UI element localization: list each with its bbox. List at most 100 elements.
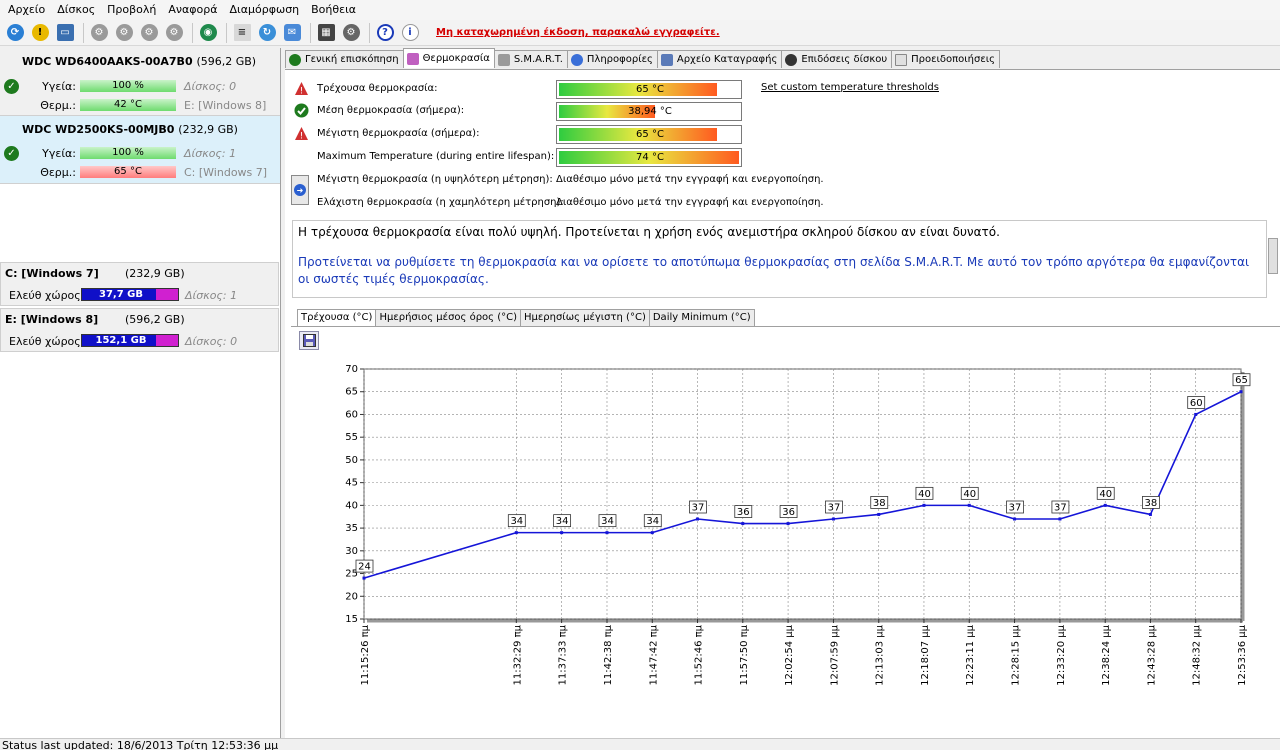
- disk-title: WDC WD6400AAKS-00A7B0 (596,2 GB): [22, 55, 257, 68]
- drive-tool-3-icon: ⚙: [140, 24, 158, 41]
- x-tick-label: 12:18:07 μμ: [920, 624, 931, 685]
- tab-performance[interactable]: Επιδόσεις δίσκου: [781, 50, 893, 68]
- data-label: 34: [556, 516, 569, 527]
- tab-info[interactable]: Πληροφορίες: [566, 50, 658, 68]
- menu-file[interactable]: Αρχείο: [2, 0, 51, 20]
- temp-unavailable-note: Διαθέσιμο μόνο μετά την εγγραφή και ενερ…: [556, 197, 824, 208]
- report-button[interactable]: ≡: [231, 22, 253, 44]
- sync-button[interactable]: ↻: [256, 22, 278, 44]
- health-label: Υγεία:: [42, 79, 76, 93]
- right-scrollbar[interactable]: [1266, 236, 1280, 296]
- chat-icon: ✉: [283, 24, 301, 41]
- data-point: [922, 503, 926, 507]
- registration-link[interactable]: Μη καταχωρημένη έκδοση, παρακαλώ εγγραφε…: [436, 27, 720, 38]
- menu-help[interactable]: Βοήθεια: [305, 0, 362, 20]
- temp-label: Maximum Temperature (during entire lifes…: [317, 151, 555, 162]
- free-space-bar: 37,7 GB: [81, 288, 179, 301]
- menu-report[interactable]: Αναφορά: [162, 0, 223, 20]
- chart-tab-current[interactable]: Τρέχουσα (°C): [297, 309, 377, 326]
- disk-card-0[interactable]: WDC WD6400AAKS-00A7B0 (596,2 GB) ✓ Υγεία…: [0, 48, 280, 116]
- benchmark-icon: ▦: [317, 24, 335, 41]
- data-point: [514, 531, 518, 535]
- data-point: [831, 517, 835, 521]
- data-label: 37: [828, 503, 841, 514]
- drive-tool-3-button[interactable]: ⚙: [138, 22, 160, 44]
- refresh-button[interactable]: ⟳: [4, 22, 26, 44]
- warning-button[interactable]: !: [29, 22, 51, 44]
- chart-tab-daily-average[interactable]: Ημερήσιος μέσος όρος (°C): [375, 309, 521, 326]
- disk-number: Δίσκος: 1: [184, 146, 237, 160]
- x-tick-label: 11:42:38 πμ: [603, 624, 614, 685]
- data-label: 60: [1190, 398, 1203, 409]
- disk-card-1[interactable]: WDC WD2500KS-00MJB0 (232,9 GB) ✓ Υγεία: …: [0, 116, 280, 184]
- drive-tool-4-icon: ⚙: [165, 24, 183, 41]
- data-point: [1058, 517, 1062, 521]
- temp-row-max-record: Μέγιστη θερμοκρασία (η υψηλότερη μέτρηση…: [285, 170, 1185, 190]
- drive-tool-4-button[interactable]: ⚙: [163, 22, 185, 44]
- disk-volumes: C: [Windows 7]: [184, 165, 268, 179]
- chat-button[interactable]: ✉: [281, 22, 303, 44]
- chart-area: 15 20 25 30 35 40 45 50 55 60 65 70 11:15:26 πμ 11:32…: [291, 326, 1280, 739]
- navigate-button[interactable]: ➜: [291, 175, 309, 205]
- data-label: 40: [1099, 489, 1112, 500]
- tab-smart[interactable]: S.M.A.R.T.: [493, 50, 568, 68]
- temp-label: Μέση θερμοκρασία (σήμερα):: [317, 105, 465, 116]
- temp-unavailable-note: Διαθέσιμο μόνο μετά την εγγραφή και ενερ…: [556, 174, 824, 185]
- help-button[interactable]: ?: [374, 22, 396, 44]
- drive-tool-1-button[interactable]: ⚙: [88, 22, 110, 44]
- temp-row-min-record: Ελάχιστη θερμοκρασία (η χαμηλότερη μέτρη…: [285, 193, 1185, 213]
- data-label: 37: [692, 503, 705, 514]
- data-point: [650, 531, 654, 535]
- menu-settings[interactable]: Διαμόρφωση: [224, 0, 306, 20]
- health-bar: 100 %: [80, 80, 176, 92]
- x-tick-label: 12:28:15 μμ: [1011, 624, 1022, 685]
- scroll-thumb[interactable]: [1268, 238, 1278, 274]
- chart-tab-daily-max[interactable]: Ημερησίως μέγιστη (°C): [520, 309, 650, 326]
- temp-bar: 38,94 °C: [556, 102, 742, 121]
- advice-warning-text: Η τρέχουσα θερμοκρασία είναι πολύ υψηλή.…: [298, 225, 1000, 239]
- tab-temperature[interactable]: Θερμοκρασία: [402, 48, 495, 68]
- volume-card-e[interactable]: E: [Windows 8] (596,2 GB) Ελεύθ χώρος 15…: [0, 308, 279, 352]
- temp-bar: 74 °C: [556, 148, 742, 167]
- temp-label: Τρέχουσα θερμοκρασία:: [317, 83, 438, 94]
- volume-card-c[interactable]: C: [Windows 7] (232,9 GB) Ελεύθ χώρος 37…: [0, 262, 279, 306]
- data-label: 37: [1054, 503, 1067, 514]
- data-point: [786, 522, 790, 526]
- data-label: 38: [873, 498, 886, 509]
- gauge-icon: [785, 53, 798, 66]
- volume-size: (232,9 GB): [125, 267, 185, 280]
- data-point: [1239, 390, 1243, 394]
- tab-alerts[interactable]: Προειδοποιήσεις: [891, 50, 1000, 68]
- x-tick-label: 11:52:46 πμ: [693, 624, 704, 685]
- menu-disk[interactable]: Δίσκος: [51, 0, 101, 20]
- tab-log[interactable]: Αρχείο Καταγραφής: [656, 50, 783, 68]
- temp-value: 38,94 °C: [628, 106, 672, 117]
- chart-tab-daily-min[interactable]: Daily Minimum (°C): [648, 309, 755, 326]
- drive-tool-1-icon: ⚙: [90, 24, 108, 41]
- free-space-value: 37,7 GB: [99, 289, 143, 300]
- temp-label: Θερμ.:: [40, 98, 76, 112]
- globe-button[interactable]: ◉: [197, 22, 219, 44]
- drive-tool-2-button[interactable]: ⚙: [113, 22, 135, 44]
- tab-overview[interactable]: Γενική επισκόπηση: [285, 50, 404, 68]
- main-tabs: Γενική επισκόπηση Θερμοκρασία S.M.A.R.T.…: [285, 48, 1000, 69]
- disk-image-button[interactable]: ▭: [54, 22, 76, 44]
- temp-bar: 65 °C: [556, 125, 742, 144]
- free-space-value: 152,1 GB: [95, 335, 147, 346]
- info-button[interactable]: i: [399, 22, 421, 44]
- data-point: [877, 512, 881, 516]
- menu-view[interactable]: Προβολή: [101, 0, 162, 20]
- advice-box: Η τρέχουσα θερμοκρασία είναι πολύ υψηλή.…: [292, 220, 1267, 298]
- info-icon: i: [401, 24, 419, 41]
- info-icon: [570, 53, 583, 66]
- benchmark-button[interactable]: ▦: [315, 22, 337, 44]
- y-tick-label: 20: [345, 591, 358, 602]
- y-tick-label: 70: [345, 364, 358, 375]
- data-point: [1103, 503, 1107, 507]
- y-tick-label: 65: [345, 387, 358, 398]
- data-label: 40: [963, 489, 976, 500]
- y-tick-label: 30: [345, 546, 358, 557]
- gear-button[interactable]: ⚙: [340, 22, 362, 44]
- free-space-label: Ελεύθ χώρος: [9, 335, 81, 348]
- x-tick-label: 11:15:26 πμ: [360, 624, 371, 685]
